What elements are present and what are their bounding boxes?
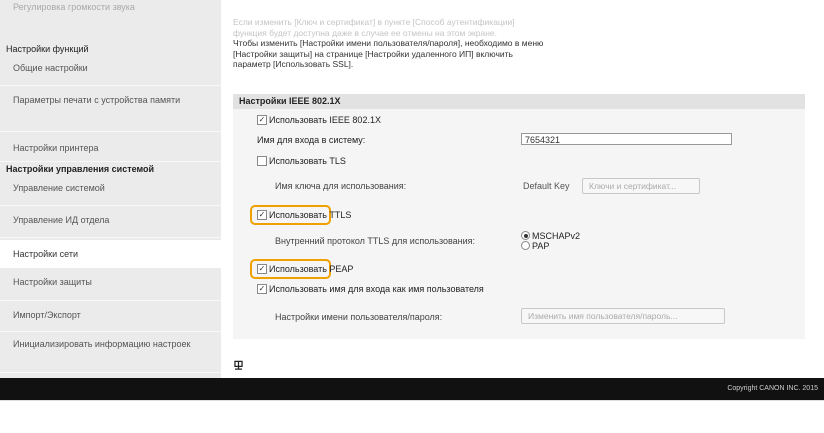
sidebar-item-memory-print[interactable]: Параметры печати с устройства памяти xyxy=(0,92,221,132)
pap-radio[interactable] xyxy=(521,241,530,251)
sidebar: Регулировка громкости звука Настройки фу… xyxy=(0,0,221,378)
sidebar-item-network-settings[interactable]: Настройки сети xyxy=(0,240,221,268)
default-key-label: Default Key xyxy=(523,181,570,191)
use-peap-checkbox[interactable]: ✓ xyxy=(257,263,267,274)
sidebar-item-printer-settings[interactable]: Настройки принтера xyxy=(0,136,221,162)
login-name-input[interactable]: 7654321 xyxy=(521,133,732,145)
use-ttls-checkbox[interactable]: ✓ xyxy=(257,209,267,220)
ttls-protocol-label: Внутренний протокол TTLS для использован… xyxy=(275,236,476,246)
use-ieee-checkbox[interactable]: ✓ xyxy=(257,114,267,125)
use-ieee-row[interactable]: ✓ Использовать IEEE 802.1X xyxy=(257,114,381,126)
note-line: [Настройки защиты] на странице [Настройк… xyxy=(233,48,513,59)
use-peap-label: Использовать PEAP xyxy=(269,264,354,274)
use-peap-row[interactable]: ✓ Использовать PEAP xyxy=(257,263,353,275)
bottom-bar xyxy=(0,400,824,433)
sidebar-header-system-management: Настройки управления системой xyxy=(6,164,155,174)
use-login-as-user-checkbox[interactable]: ✓ xyxy=(257,283,267,294)
key-cert-button[interactable]: Ключи и сертификат... xyxy=(582,178,700,194)
copyright-text: Copyright CANON INC. 2015 xyxy=(727,385,818,392)
sidebar-item-import-export[interactable]: Импорт/Экспорт xyxy=(0,302,221,332)
sidebar-item-department-id[interactable]: Управление ИД отдела xyxy=(0,208,221,238)
note-line: Чтобы изменить [Настройки имени пользова… xyxy=(233,38,544,49)
login-name-label: Имя для входа в систему: xyxy=(257,135,366,145)
sidebar-item-security-settings[interactable]: Настройки защиты xyxy=(0,271,221,301)
sidebar-item-volume[interactable]: Регулировка громкости звука xyxy=(0,1,221,14)
use-tls-row[interactable]: Использовать TLS xyxy=(257,155,346,167)
ieee-settings-header: Настройки IEEE 802.1X xyxy=(233,94,805,109)
sidebar-item-initialize-settings[interactable]: Инициализировать информацию настроек xyxy=(0,333,221,373)
use-login-as-user-label: Использовать имя для входа как имя польз… xyxy=(269,284,484,294)
note-line: функция будет доступна даже в случае ее … xyxy=(233,27,497,38)
info-note: Если изменить [Ключ и сертификат] в пунк… xyxy=(233,0,773,70)
user-pass-settings-label: Настройки имени пользователя/пароля: xyxy=(275,312,443,322)
use-tls-label: Использовать TLS xyxy=(269,156,346,166)
pap-label: PAP xyxy=(532,241,550,251)
back-to-top-icon[interactable]: ⯶ xyxy=(234,361,243,372)
use-ieee-label: Использовать IEEE 802.1X xyxy=(269,115,381,125)
use-ttls-row[interactable]: ✓ Использовать TTLS xyxy=(257,209,351,221)
note-line: параметр [Использовать SSL]. xyxy=(233,59,354,70)
mschap-radio[interactable] xyxy=(521,231,530,241)
sidebar-item-general-settings[interactable]: Общие настройки xyxy=(0,60,221,86)
sidebar-item-system-management[interactable]: Управление системой xyxy=(0,180,221,206)
use-ttls-label: Использовать TTLS xyxy=(269,210,352,220)
use-tls-checkbox[interactable] xyxy=(257,155,267,166)
sidebar-header-function-settings: Настройки функций xyxy=(6,44,89,54)
key-name-label: Имя ключа для использования: xyxy=(275,181,407,191)
pap-radio-row[interactable]: PAP xyxy=(521,240,549,252)
footer: Copyright CANON INC. 2015 xyxy=(0,378,824,400)
note-line: Если изменить [Ключ и сертификат] в пунк… xyxy=(233,17,515,27)
change-user-pass-button[interactable]: Изменить имя пользователя/пароль... xyxy=(521,308,725,324)
use-login-as-user-row[interactable]: ✓ Использовать имя для входа как имя поль… xyxy=(257,283,484,295)
